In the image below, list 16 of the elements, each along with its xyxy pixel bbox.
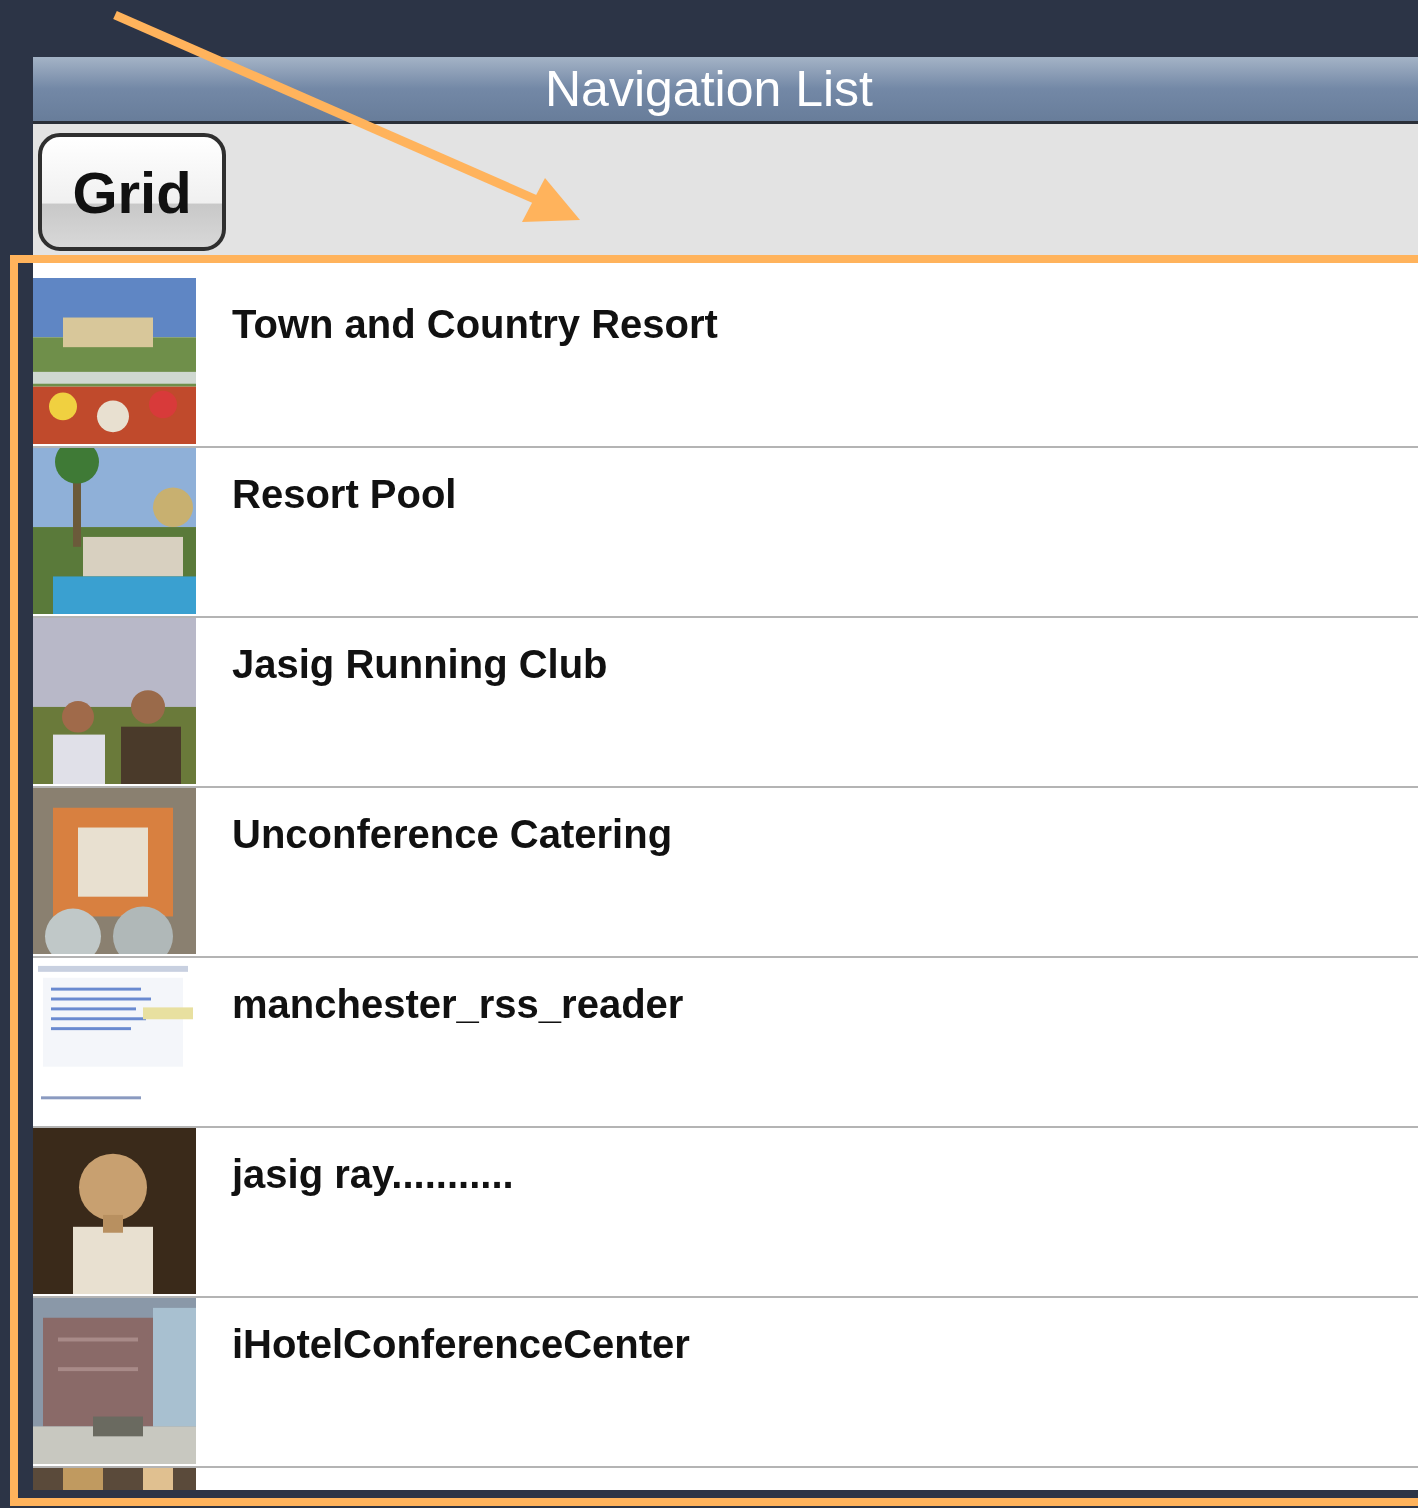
row-title: Town and Country Resort — [232, 302, 718, 347]
list-row[interactable]: manchester_rss_reader — [33, 958, 1418, 1128]
row-title: Jasig Running Club — [232, 642, 608, 687]
row-title: Unconference Catering — [232, 812, 673, 857]
list-row[interactable]: Unconference Catering — [33, 788, 1418, 958]
row-title: jasig ray........... — [232, 1152, 514, 1197]
row-title: Resort Pool — [232, 472, 457, 517]
grid-button[interactable]: Grid — [38, 133, 226, 251]
list-row[interactable]: Town and Country Resort — [33, 278, 1418, 448]
list-row[interactable]: Jasig Running Club — [33, 618, 1418, 788]
list-row[interactable]: Resort Pool — [33, 448, 1418, 618]
list-row[interactable]: iHotelConferenceCenter — [33, 1298, 1418, 1468]
window-title: Navigation List — [545, 60, 873, 118]
list-row[interactable]: jasig ray........... — [33, 1128, 1418, 1298]
row-title: iHotelConferenceCenter — [232, 1322, 690, 1367]
row-title: manchester_rss_reader — [232, 982, 684, 1027]
